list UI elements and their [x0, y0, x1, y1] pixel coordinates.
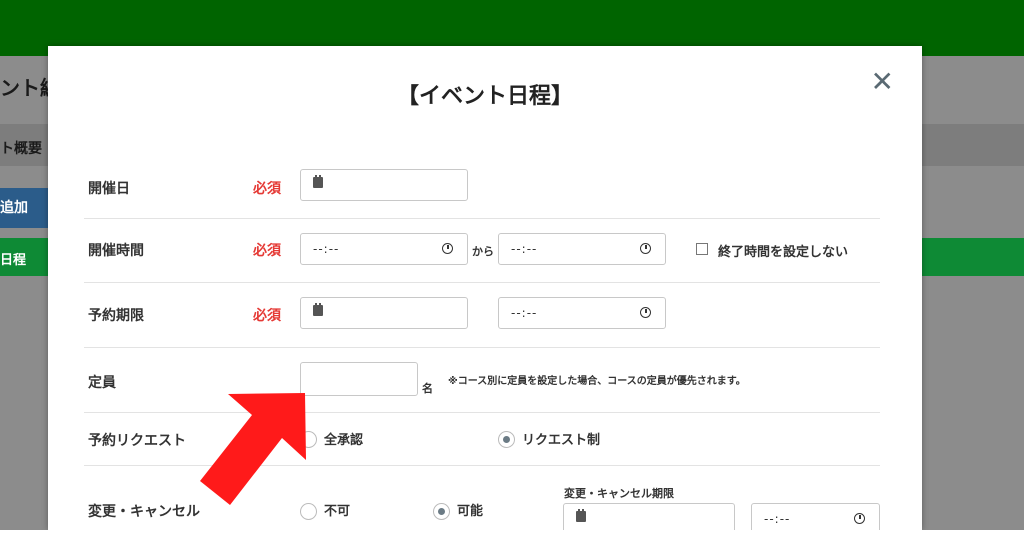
annotation-arrow: [200, 393, 306, 505]
